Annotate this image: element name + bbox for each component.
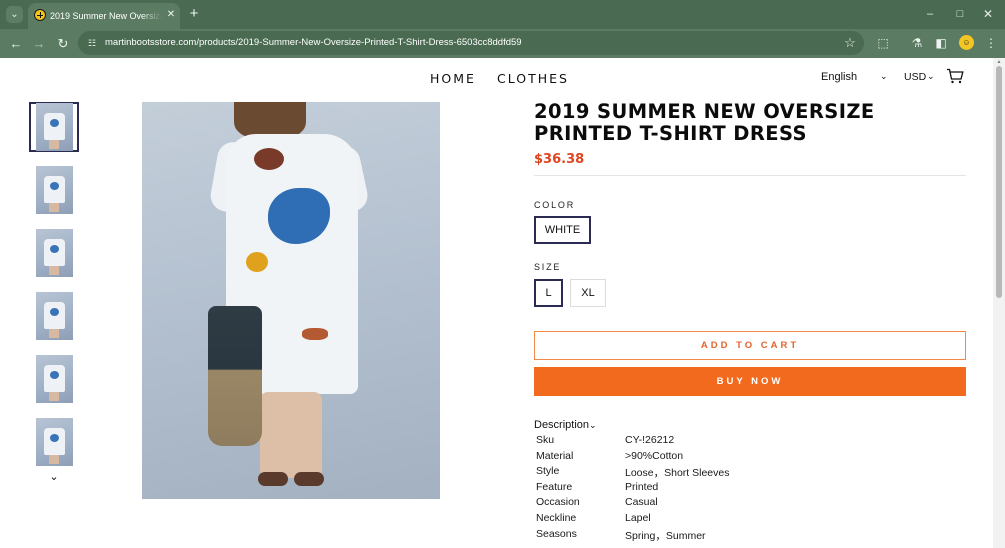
currency-select[interactable]: USD [904, 71, 926, 85]
thumbnail-1[interactable] [29, 102, 79, 152]
table-row: Feature Printed [536, 481, 836, 497]
product-title: 2019 SUMMER NEW OVERSIZE PRINTED T-SHIRT… [534, 100, 875, 145]
spec-key: Neckline [536, 511, 577, 524]
spec-key: Seasons [536, 527, 577, 540]
extensions-icon[interactable]: ⬚ [874, 34, 892, 52]
color-option-white[interactable]: WHITE [534, 216, 591, 244]
chevron-down-icon[interactable]: ⌄ [927, 71, 935, 82]
thumbnail-image [35, 103, 73, 151]
spec-table: Sku CY-!26212 Material >90%Cotton Style … [536, 434, 836, 543]
browser-tab-strip: ⌄ 2019 Summer New Oversize Printed T-Shi… [0, 0, 1005, 29]
chevron-down-icon[interactable]: ⌄ [880, 71, 888, 82]
chevron-down-icon[interactable]: ⌄ [47, 470, 61, 484]
spec-value: Spring，Summer [625, 529, 706, 542]
forward-icon[interactable]: → [30, 35, 48, 53]
spec-key: Style [536, 465, 560, 478]
product-page: HOME CLOTHES English ⌄ USD ⌄ ⌄ 2019 SUMM… [0, 58, 993, 548]
spec-value: CY-!26212 [625, 434, 675, 446]
spec-key: Feature [536, 480, 573, 493]
size-label: SIZE [534, 262, 562, 272]
table-row: Sku CY-!26212 [536, 434, 836, 450]
spec-value: Casual [625, 496, 658, 509]
table-row: Seasons Spring，Summer [536, 528, 836, 544]
language-select[interactable]: English [821, 71, 857, 85]
thumbnail-image [35, 166, 73, 214]
cart-icon[interactable] [946, 68, 964, 84]
chevron-down-icon: ⌄ [589, 420, 597, 430]
table-row: Occasion Casual [536, 496, 836, 512]
labs-flask-icon[interactable]: ⚗ [908, 34, 926, 52]
table-row: Material >90%Cotton [536, 450, 836, 466]
description-toggle[interactable]: Description⌄ [534, 419, 597, 431]
maximize-icon[interactable]: □ [952, 6, 968, 22]
back-icon[interactable]: ← [7, 35, 25, 53]
description-label: Description [534, 419, 590, 431]
thumbnail-3[interactable] [29, 228, 79, 278]
spec-key: Occasion [536, 496, 580, 509]
thumbnail-image [35, 418, 73, 466]
nav-home[interactable]: HOME [430, 71, 476, 87]
tab-title: 2019 Summer New Oversize Printed T-Shirt… [50, 11, 162, 21]
buy-now-button[interactable]: BUY NOW [534, 367, 966, 396]
thumbnail-6[interactable] [29, 417, 79, 467]
address-bar[interactable]: ☷ martinbootsstore.com/products/2019-Sum… [78, 31, 864, 55]
bookmark-star-icon[interactable]: ☆ [842, 35, 858, 51]
reload-icon[interactable]: ↻ [54, 35, 72, 53]
spec-key: Sku [536, 434, 555, 446]
side-panel-icon[interactable]: ◧ [932, 34, 950, 52]
tab-list-icon[interactable]: ⌄ [6, 6, 23, 23]
main-product-image[interactable] [142, 102, 440, 499]
scroll-up-icon[interactable]: ▲ [996, 59, 1002, 65]
thumbnail-image [35, 229, 73, 277]
browser-toolbar: ← → ↻ ☷ martinbootsstore.com/products/20… [0, 29, 1005, 58]
minimize-icon[interactable]: – [922, 6, 938, 22]
thumbnail-2[interactable] [29, 165, 79, 215]
new-tab-icon[interactable]: + [186, 5, 202, 23]
size-option-xl[interactable]: XL [570, 279, 606, 307]
page-scrollbar[interactable]: ▲ [993, 58, 1005, 548]
size-option-l[interactable]: L [534, 279, 563, 307]
menu-kebab-icon[interactable]: ⋮ [982, 34, 1000, 52]
close-window-icon[interactable]: ✕ [980, 6, 996, 22]
color-label: COLOR [534, 200, 576, 210]
thumbnail-image [35, 292, 73, 340]
url-text[interactable]: martinbootsstore.com/products/2019-Summe… [105, 36, 522, 50]
product-price: $36.38 [534, 152, 585, 167]
thumbnail-image [35, 355, 73, 403]
nav-clothes[interactable]: CLOTHES [497, 71, 569, 87]
table-row: Neckline Lapel [536, 512, 836, 528]
divider [534, 175, 966, 176]
spec-key: Material [536, 449, 574, 462]
spec-value: Loose，Short Sleeves [625, 467, 730, 480]
profile-avatar[interactable]: ☺ [959, 35, 974, 50]
thumbnail-5[interactable] [29, 354, 79, 404]
spec-value: Lapel [625, 511, 651, 524]
favicon [34, 9, 46, 21]
site-info-icon[interactable]: ☷ [86, 37, 98, 49]
scroll-thumb[interactable] [996, 66, 1002, 298]
thumbnail-4[interactable] [29, 291, 79, 341]
spec-value: Printed [625, 480, 659, 493]
browser-tab[interactable]: 2019 Summer New Oversize Printed T-Shirt… [28, 3, 180, 29]
close-tab-icon[interactable]: ✕ [165, 8, 177, 22]
table-row: Style Loose，Short Sleeves [536, 465, 836, 481]
spec-value: >90%Cotton [625, 449, 684, 462]
add-to-cart-button[interactable]: ADD TO CART [534, 331, 966, 360]
